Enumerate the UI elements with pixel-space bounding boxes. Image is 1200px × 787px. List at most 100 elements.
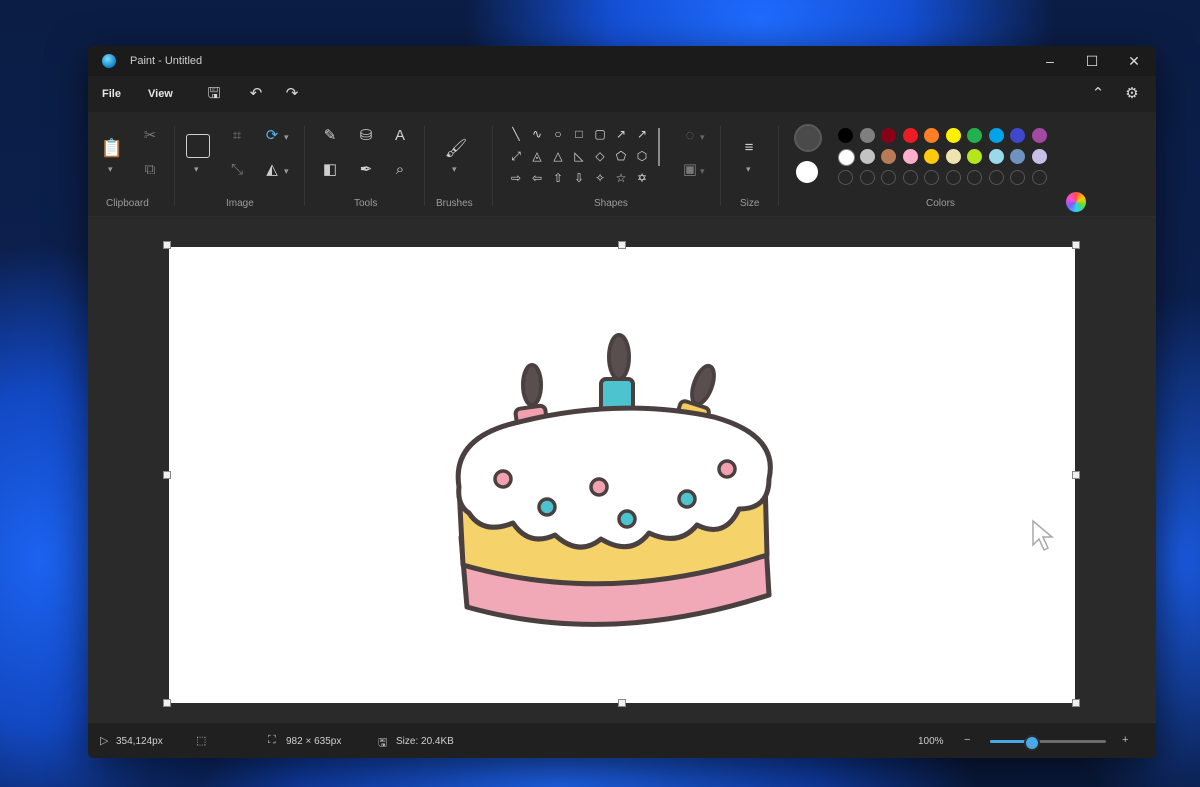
up-arrow-shape-icon[interactable]: ⇧ xyxy=(550,170,566,186)
color-swatch[interactable] xyxy=(924,128,939,143)
resize-handle-left[interactable] xyxy=(163,471,171,479)
crop-icon[interactable]: ⌗ xyxy=(225,126,249,146)
oval-shape-icon[interactable]: ○ xyxy=(550,126,566,142)
right-triangle-shape-icon[interactable]: △ xyxy=(550,148,566,164)
rounded-rectangle-shape-icon[interactable]: ▢ xyxy=(592,126,608,142)
color-swatch[interactable] xyxy=(1031,149,1047,164)
size-icon[interactable]: ≡ xyxy=(737,138,761,158)
custom-color-slot[interactable] xyxy=(859,170,875,185)
curve-shape-icon[interactable]: ∿ xyxy=(529,126,545,142)
settings-icon[interactable]: ⚙ xyxy=(1122,85,1142,103)
color-swatch[interactable] xyxy=(902,149,918,164)
minimize-button[interactable]: – xyxy=(1040,52,1060,70)
polygon-shape-icon[interactable]: ↗ xyxy=(613,126,629,142)
resize-handle-right[interactable] xyxy=(1072,471,1080,479)
color-swatch[interactable] xyxy=(924,149,939,164)
save-icon[interactable]: 🖫 xyxy=(204,85,224,103)
custom-color-slot[interactable] xyxy=(838,170,853,185)
outline-icon[interactable]: ◌ xyxy=(678,126,702,146)
rotate-dropdown-icon[interactable]: ▾ xyxy=(284,132,289,143)
select-icon[interactable] xyxy=(186,134,210,158)
right-arrow-shape-icon[interactable]: ⇨ xyxy=(508,170,524,186)
color-swatch[interactable] xyxy=(967,149,982,164)
zoom-in-icon[interactable]: + xyxy=(1122,734,1128,746)
resize-handle-bottom[interactable] xyxy=(618,699,626,707)
secondary-color-swatch[interactable] xyxy=(796,161,818,183)
paste-dropdown-icon[interactable]: ▾ xyxy=(108,164,113,175)
custom-color-slot[interactable] xyxy=(967,170,982,185)
close-button[interactable]: ✕ xyxy=(1124,52,1144,70)
diamond-shape-icon[interactable]: ◺ xyxy=(571,148,587,164)
redo-icon[interactable]: ↷ xyxy=(282,85,302,103)
menu-file[interactable]: File xyxy=(102,88,121,100)
size-dropdown-icon[interactable]: ▾ xyxy=(746,164,751,175)
hexagon-shape-icon[interactable]: ⬠ xyxy=(613,148,629,164)
fill-icon[interactable]: ⛁ xyxy=(354,126,378,146)
custom-color-slot[interactable] xyxy=(945,170,961,185)
custom-color-slot[interactable] xyxy=(1010,170,1025,185)
outline-dropdown-icon[interactable]: ▾ xyxy=(700,132,705,143)
color-picker-icon[interactable]: ✒ xyxy=(354,160,378,180)
hexagon-alt-shape-icon[interactable]: ⬡ xyxy=(634,148,650,164)
color-swatch[interactable] xyxy=(967,128,982,143)
maximize-button[interactable]: ☐ xyxy=(1082,52,1102,70)
down-arrow-shape-icon[interactable]: ⇩ xyxy=(571,170,587,186)
left-arrow-shape-icon[interactable]: ⇦ xyxy=(529,170,545,186)
color-swatch[interactable] xyxy=(859,149,875,164)
zoom-slider[interactable] xyxy=(990,735,1106,751)
custom-color-slot[interactable] xyxy=(924,170,939,185)
menu-view[interactable]: View xyxy=(148,88,173,100)
color-swatch[interactable] xyxy=(859,128,875,143)
zoom-slider-thumb[interactable] xyxy=(1023,735,1040,751)
color-swatch[interactable] xyxy=(881,128,896,143)
resize-handle-top-right[interactable] xyxy=(1072,241,1080,249)
fill-style-icon[interactable]: ▣ xyxy=(678,160,702,180)
six-point-star-shape-icon[interactable]: ✡ xyxy=(634,170,650,186)
line-shape-icon[interactable]: ╲ xyxy=(508,126,524,142)
rectangle-shape-icon[interactable]: □ xyxy=(571,126,587,142)
color-swatch[interactable] xyxy=(988,149,1004,164)
drawing-canvas[interactable] xyxy=(169,247,1075,703)
custom-color-slot[interactable] xyxy=(988,170,1004,185)
paste-icon[interactable]: 📋 xyxy=(100,138,124,158)
undo-icon[interactable]: ↶ xyxy=(246,85,266,103)
color-swatch[interactable] xyxy=(1031,128,1047,143)
primary-color-swatch[interactable] xyxy=(794,124,822,152)
color-swatch[interactable] xyxy=(838,149,855,166)
flip-icon[interactable]: ◭ xyxy=(260,160,284,180)
cut-icon[interactable]: ✂ xyxy=(138,126,162,146)
custom-color-slot[interactable] xyxy=(902,170,918,185)
shapes-scrollbar[interactable] xyxy=(658,128,660,166)
collapse-ribbon-icon[interactable]: ⌃ xyxy=(1088,85,1108,103)
rotate-icon[interactable]: ⟳ xyxy=(260,126,284,146)
brush-dropdown-icon[interactable]: ▾ xyxy=(452,164,457,175)
five-point-star-shape-icon[interactable]: ☆ xyxy=(613,170,629,186)
color-swatch[interactable] xyxy=(881,149,896,164)
copy-icon[interactable]: ⧉ xyxy=(138,160,162,180)
edit-colors-icon[interactable] xyxy=(1066,192,1086,212)
color-swatch[interactable] xyxy=(902,128,918,143)
color-swatch[interactable] xyxy=(838,128,853,143)
arrow-shape-icon[interactable]: ↗ xyxy=(634,126,650,142)
diagonal-arrow-shape-icon[interactable]: ⤢ xyxy=(508,148,524,164)
color-swatch[interactable] xyxy=(945,128,961,143)
color-swatch[interactable] xyxy=(1010,128,1025,143)
triangle-shape-icon[interactable]: ◬ xyxy=(529,148,545,164)
four-point-star-shape-icon[interactable]: ✧ xyxy=(592,170,608,186)
brush-icon[interactable]: 🖌 xyxy=(444,138,468,158)
resize-handle-bottom-left[interactable] xyxy=(163,699,171,707)
color-swatch[interactable] xyxy=(1010,149,1025,164)
custom-color-slot[interactable] xyxy=(1031,170,1047,185)
pencil-icon[interactable]: ✎ xyxy=(318,126,342,146)
magnifier-icon[interactable]: ⌕ xyxy=(388,160,412,180)
resize-handle-bottom-right[interactable] xyxy=(1072,699,1080,707)
color-swatch[interactable] xyxy=(945,149,961,164)
eraser-icon[interactable]: ◧ xyxy=(318,160,342,180)
fill-style-dropdown-icon[interactable]: ▾ xyxy=(700,166,705,177)
zoom-out-icon[interactable]: − xyxy=(964,734,970,746)
color-swatch[interactable] xyxy=(988,128,1004,143)
resize-handle-top-left[interactable] xyxy=(163,241,171,249)
custom-color-slot[interactable] xyxy=(881,170,896,185)
text-icon[interactable]: A xyxy=(388,126,412,146)
pentagon-shape-icon[interactable]: ◇ xyxy=(592,148,608,164)
